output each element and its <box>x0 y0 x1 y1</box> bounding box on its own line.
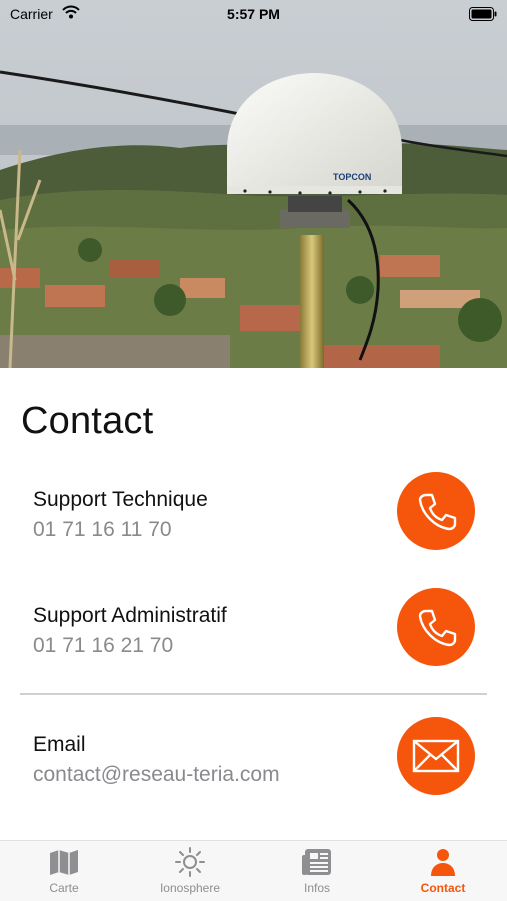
contact-name: Support Technique <box>33 488 208 511</box>
person-icon <box>431 849 455 876</box>
battery-icon <box>469 7 497 26</box>
phone-icon <box>418 493 457 531</box>
page-title: Contact <box>21 400 154 442</box>
tab-bar: Carte Ionosphere Infos Contact <box>0 840 507 901</box>
contact-row-email: Email contact@reseau-teria.com <box>0 717 507 823</box>
call-support-technique-button[interactable] <box>397 472 475 550</box>
tab-label: Infos <box>303 881 330 895</box>
section-divider <box>20 693 487 695</box>
contact-name: Email <box>33 733 86 756</box>
contact-email: contact@reseau-teria.com <box>33 763 280 786</box>
tab-contact[interactable]: Contact <box>393 847 493 901</box>
tab-label: Carte <box>49 881 79 895</box>
tab-label: Contact <box>420 881 466 895</box>
tab-infos[interactable]: Infos <box>267 847 367 901</box>
send-email-button[interactable] <box>397 717 475 795</box>
contact-phone: 01 71 16 21 70 <box>33 634 174 657</box>
envelope-icon <box>412 739 460 773</box>
contact-row-support-administratif: Support Administratif 01 71 16 21 70 <box>0 588 507 694</box>
hero-image: TOPCON <box>0 0 507 368</box>
phone-icon <box>418 609 457 647</box>
newspaper-icon <box>302 849 331 875</box>
tab-carte[interactable]: Carte <box>14 847 114 901</box>
contact-phone: 01 71 16 11 70 <box>33 518 172 541</box>
clock: 5:57 PM <box>227 6 280 22</box>
tab-label: Ionosphere <box>159 881 221 895</box>
sun-icon <box>175 847 205 877</box>
map-icon <box>50 850 78 875</box>
contact-name: Support Administratif <box>33 604 227 627</box>
call-support-administratif-button[interactable] <box>397 588 475 666</box>
tab-ionosphere[interactable]: Ionosphere <box>140 847 240 901</box>
brand-logo: TOPCON <box>333 172 371 182</box>
contact-row-support-technique: Support Technique 01 71 16 11 70 <box>0 472 507 578</box>
status-bar: Carrier 5:57 PM <box>0 0 507 28</box>
